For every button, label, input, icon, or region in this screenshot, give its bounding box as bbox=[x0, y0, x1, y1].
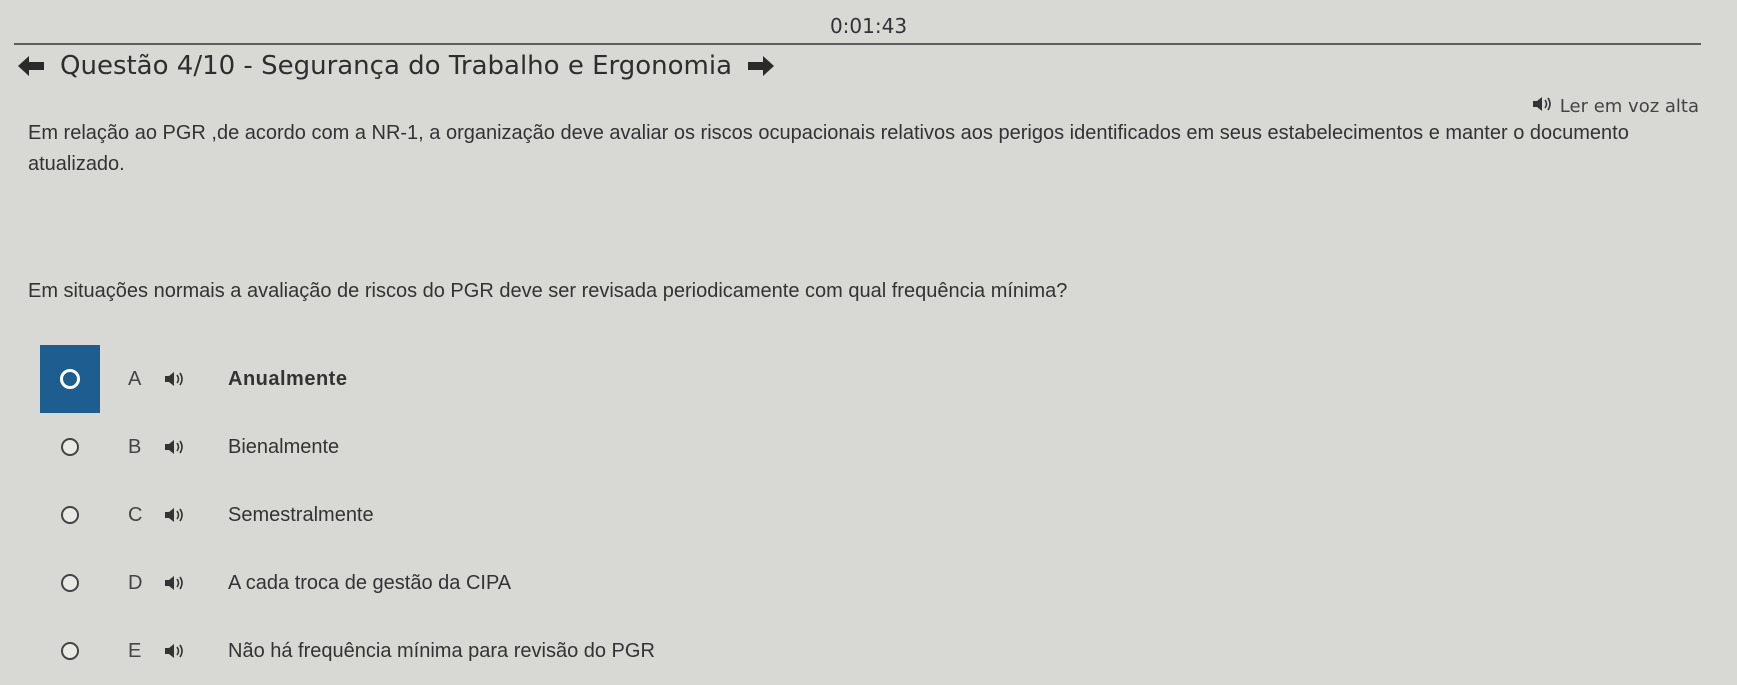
question-header: Questão 4/10 - Segurança do Trabalho e E… bbox=[16, 46, 776, 86]
radio-button[interactable] bbox=[61, 574, 79, 592]
speaker-icon[interactable] bbox=[164, 507, 220, 523]
option-letter: B bbox=[128, 435, 142, 458]
speaker-icon[interactable] bbox=[164, 371, 220, 387]
speaker-icon bbox=[1532, 96, 1554, 117]
option-text: Anualmente bbox=[228, 367, 348, 390]
option-a-radio-area[interactable] bbox=[40, 345, 100, 413]
question-statement: Em relação ao PGR ,de acordo com a NR-1,… bbox=[28, 122, 1629, 175]
radio-button[interactable] bbox=[61, 506, 79, 524]
option-text: Não há frequência mínima para revisão do… bbox=[228, 639, 655, 662]
question-prompt: Em situações normais a avaliação de risc… bbox=[28, 280, 1068, 302]
arrow-right-icon[interactable] bbox=[746, 53, 776, 79]
option-letter: C bbox=[128, 503, 143, 526]
speaker-icon[interactable] bbox=[164, 643, 220, 659]
option-text: Semestralmente bbox=[228, 503, 374, 526]
option-letter: A bbox=[128, 367, 142, 390]
option-letter: E bbox=[128, 639, 142, 662]
option-a[interactable]: A Anualmente bbox=[40, 345, 1737, 413]
header-divider bbox=[14, 43, 1701, 45]
option-text: Bienalmente bbox=[228, 435, 340, 458]
option-e-radio-area[interactable] bbox=[40, 617, 100, 685]
timer: 0:01:43 bbox=[829, 14, 908, 38]
read-aloud-button[interactable]: Ler em voz alta bbox=[1532, 96, 1699, 117]
option-b[interactable]: B Bienalmente bbox=[40, 413, 1737, 481]
option-letter: D bbox=[128, 571, 143, 594]
option-e[interactable]: E Não há frequência mínima para revisão … bbox=[40, 617, 1737, 685]
option-d[interactable]: D A cada troca de gestão da CIPA bbox=[40, 549, 1737, 617]
option-text: A cada troca de gestão da CIPA bbox=[228, 571, 512, 594]
speaker-icon[interactable] bbox=[164, 439, 220, 455]
radio-button[interactable] bbox=[61, 438, 79, 456]
option-b-radio-area[interactable] bbox=[40, 413, 100, 481]
read-aloud-label: Ler em voz alta bbox=[1559, 96, 1699, 117]
radio-button[interactable] bbox=[61, 642, 79, 660]
question-title: Questão 4/10 - Segurança do Trabalho e E… bbox=[60, 51, 733, 81]
arrow-left-icon[interactable] bbox=[16, 53, 46, 79]
option-c-radio-area[interactable] bbox=[40, 481, 100, 549]
speaker-icon[interactable] bbox=[164, 575, 220, 591]
option-d-radio-area[interactable] bbox=[40, 549, 100, 617]
answer-options: A Anualmente B Bienalmente C Semestralme… bbox=[40, 345, 1737, 685]
option-c[interactable]: C Semestralmente bbox=[40, 481, 1737, 549]
radio-button[interactable] bbox=[60, 369, 80, 389]
